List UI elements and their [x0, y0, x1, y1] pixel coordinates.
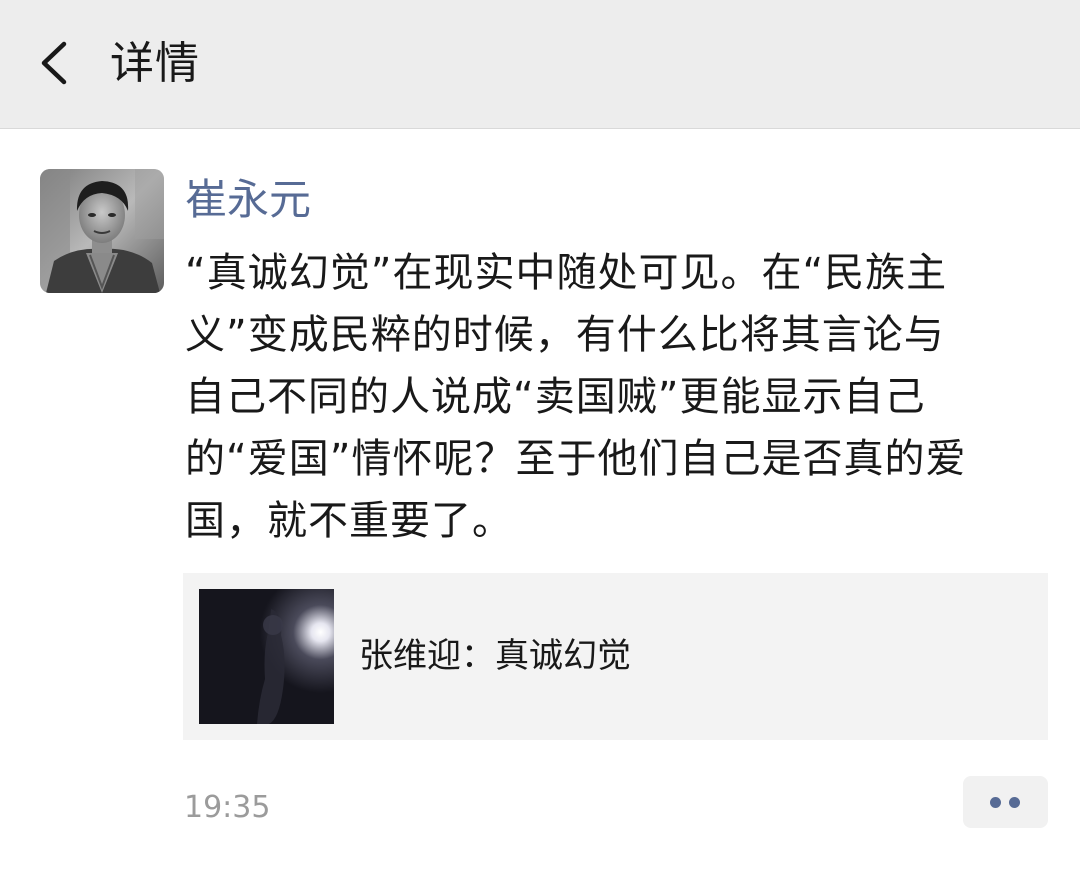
more-dots-icon — [1009, 797, 1020, 808]
back-button[interactable] — [30, 30, 90, 96]
share-thumbnail — [199, 589, 334, 724]
avatar[interactable] — [40, 169, 164, 293]
post-text: “真诚幻觉”在现实中随处可见。在“民族主 义”变成民粹的时候，有什么比将其言论与… — [185, 250, 967, 544]
share-title: 张维迎：真诚幻觉 — [359, 636, 631, 676]
avatar-photo — [40, 169, 164, 293]
thumbnail-image — [199, 589, 334, 724]
chevron-left-icon — [41, 41, 67, 85]
page-title: 详情 — [110, 38, 200, 89]
moments-detail-page: 详情 崔永元 “真诚幻觉”在现实中随处可见。在“民族主 义”变成民粹的时候，有什… — [0, 0, 1080, 888]
top-nav-bar: 详情 — [0, 0, 1080, 129]
author-name[interactable]: 崔永元 — [185, 170, 311, 230]
shared-article-card[interactable]: 张维迎：真诚幻觉 — [183, 573, 1048, 740]
more-actions-button[interactable] — [963, 776, 1048, 828]
post-time: 19:35 — [184, 790, 271, 825]
more-dots-icon — [990, 797, 1001, 808]
